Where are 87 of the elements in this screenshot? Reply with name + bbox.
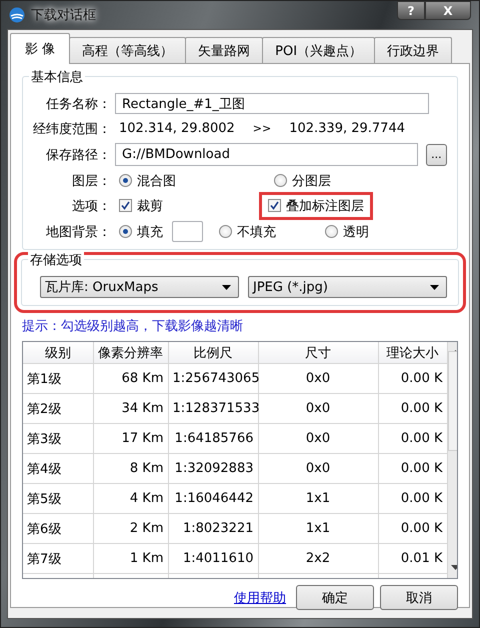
table-cell: 第7级 <box>23 544 93 574</box>
format-dropdown[interactable]: JPEG (*.jpg) <box>248 276 447 298</box>
close-button[interactable]: X <box>425 1 471 20</box>
separator-text: >> <box>252 122 272 135</box>
table-cell: 0x0 <box>258 364 378 394</box>
window-title: 下载对话框 <box>31 7 96 24</box>
cancel-button[interactable]: 取消 <box>380 585 458 610</box>
scroll-down-icon[interactable] <box>450 565 457 570</box>
table-cell: 0.00 K <box>378 484 447 514</box>
field-label: 经纬度范围： <box>33 120 112 138</box>
table-cell: 第1级 <box>23 364 93 394</box>
browse-button[interactable]: ... <box>426 144 447 166</box>
table-cell: 1:256743065 <box>168 364 258 394</box>
column-header[interactable]: 像素分辨率 <box>93 342 168 364</box>
help-link[interactable]: 使用帮助 <box>234 588 286 606</box>
column-header[interactable]: 理论大小 <box>378 342 447 364</box>
tab[interactable]: POI（兴趣点） <box>262 37 376 63</box>
option-label: 混合图 <box>137 172 176 190</box>
table-cell: 0.00 K <box>378 364 447 394</box>
option-label: 不填充 <box>237 224 276 240</box>
radio-button[interactable] <box>325 225 338 238</box>
table-cell: 0x0 <box>258 454 378 484</box>
table-cell: 1:128371533 <box>168 394 258 424</box>
option-label: 填充 <box>137 224 163 240</box>
radio-button[interactable] <box>274 174 287 187</box>
option-label: 分图层 <box>292 172 331 190</box>
help-button[interactable]: ? <box>397 1 425 20</box>
tab[interactable]: 高程（等高线） <box>69 37 186 63</box>
option-label: 透明 <box>343 224 369 240</box>
table-cell: 1:64185766 <box>168 424 258 454</box>
ok-button[interactable]: 确定 <box>296 585 374 610</box>
caret-icon <box>222 285 231 290</box>
radio-button[interactable] <box>119 174 132 187</box>
table-cell: 1:4011610 <box>168 544 258 574</box>
group-title: 基本信息 <box>29 68 85 86</box>
table-cell: 68 Km <box>93 364 168 394</box>
radio-button[interactable] <box>119 225 132 238</box>
option-label: 叠加标注图层 <box>286 198 364 214</box>
table-cell: 1x1 <box>258 484 378 514</box>
column-header[interactable]: 尺寸 <box>258 342 378 364</box>
table-cell: 4 Km <box>93 484 168 514</box>
table-cell: 0.00 K <box>378 394 447 424</box>
column-header[interactable]: 级别 <box>23 342 93 364</box>
table-cell: 2 Km <box>93 514 168 544</box>
option-label: 裁剪 <box>137 198 163 214</box>
table-cell: 0.01 K <box>378 544 447 574</box>
tile-store-dropdown[interactable]: 瓦片库: OruxMaps <box>40 276 239 298</box>
table-cell: 第2级 <box>23 394 93 424</box>
table-cell: 第6级 <box>23 514 93 544</box>
table-cell: 1x1 <box>258 514 378 544</box>
caret-icon <box>430 285 439 290</box>
color-swatch[interactable] <box>172 221 203 242</box>
coordinate-text: 102.339, 29.7744 <box>289 121 405 136</box>
coordinate-text: 102.314, 29.8002 <box>118 121 235 136</box>
radio-button[interactable] <box>219 225 232 238</box>
checkbox[interactable] <box>268 199 281 212</box>
table-cell: 0x0 <box>258 424 378 454</box>
table-cell: 第3级 <box>23 424 93 454</box>
tab[interactable]: 矢量路网 <box>185 37 264 63</box>
table-cell: 0.00 K <box>378 454 447 484</box>
table-cell: 第5级 <box>23 484 93 514</box>
table-cell: 8 Km <box>93 454 168 484</box>
save-path-field[interactable]: G://BMDownload <box>115 143 418 166</box>
table-cell: 1:32092883 <box>168 454 258 484</box>
checkbox[interactable] <box>119 199 132 212</box>
group-title: 存储选项 <box>28 251 84 269</box>
field-label: 地图背景： <box>45 224 112 240</box>
hint-text: 提示：勾选级别越高，下载影像越清晰 <box>22 318 244 335</box>
tab[interactable]: 影 像 <box>10 33 70 64</box>
table-cell: 2x2 <box>258 544 378 574</box>
globe-icon <box>9 7 25 23</box>
table-cell: 1 Km <box>93 544 168 574</box>
field-label: 选项： <box>71 198 112 214</box>
table-cell: 第4级 <box>23 454 93 484</box>
task-name-field[interactable]: Rectangle_#1_卫图 <box>115 93 429 114</box>
table-cell: 34 Km <box>93 394 168 424</box>
field-label: 任务名称： <box>45 96 112 112</box>
column-header[interactable]: 比例尺 <box>168 342 258 364</box>
table-cell: 0.00 K <box>378 424 447 454</box>
table-cell: 1:8023221 <box>168 514 258 544</box>
table-cell: 0x0 <box>258 394 378 424</box>
field-label: 图层： <box>71 172 112 190</box>
tab[interactable]: 行政边界 <box>374 37 452 63</box>
table-cell: 1:16046442 <box>168 484 258 514</box>
table-cell: 17 Km <box>93 424 168 454</box>
table-cell: 0.00 K <box>378 514 447 544</box>
field-label: 保存路径： <box>45 146 112 164</box>
